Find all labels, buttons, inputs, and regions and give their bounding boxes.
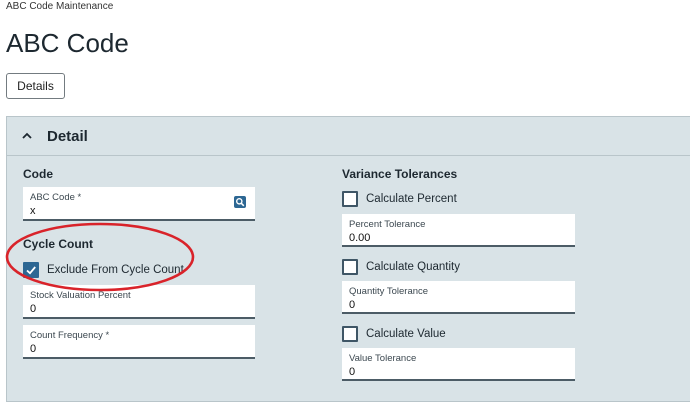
code-section-label: Code <box>23 167 53 181</box>
stock-valuation-field[interactable]: Stock Valuation Percent 0 <box>23 285 255 319</box>
value-tolerance-label: Value Tolerance <box>349 353 417 364</box>
calc-percent-label: Calculate Percent <box>366 193 457 205</box>
quantity-tolerance-value[interactable]: 0 <box>349 299 355 311</box>
percent-tolerance-field[interactable]: Percent Tolerance 0.00 <box>342 214 575 247</box>
chevron-up-icon[interactable] <box>21 130 33 142</box>
count-frequency-label: Count Frequency * <box>30 330 110 341</box>
value-tolerance-field[interactable]: Value Tolerance 0 <box>342 348 575 381</box>
detail-panel: Detail Code ABC Code * x Cycle Count Exc… <box>6 116 690 402</box>
calc-quantity-checkbox-row[interactable]: Calculate Quantity <box>342 259 460 275</box>
calc-value-checkbox-row[interactable]: Calculate Value <box>342 326 446 342</box>
calc-percent-checkbox[interactable] <box>342 191 358 207</box>
abc-code-label: ABC Code * <box>30 192 82 203</box>
variance-section-label: Variance Tolerances <box>342 167 458 181</box>
search-icon[interactable] <box>234 196 246 208</box>
exclude-cycle-count-label: Exclude From Cycle Count <box>47 264 184 276</box>
calc-value-label: Calculate Value <box>366 328 446 340</box>
value-tolerance-value[interactable]: 0 <box>349 366 355 378</box>
details-button[interactable]: Details <box>6 73 65 99</box>
exclude-cycle-count-checkbox-row[interactable]: Exclude From Cycle Count <box>23 262 184 278</box>
calc-value-checkbox[interactable] <box>342 326 358 342</box>
detail-panel-header[interactable]: Detail <box>7 117 690 156</box>
abc-code-field[interactable]: ABC Code * x <box>23 187 255 221</box>
stock-valuation-label: Stock Valuation Percent <box>30 290 131 301</box>
panel-title: Detail <box>47 128 88 145</box>
cycle-count-section-label: Cycle Count <box>23 237 94 251</box>
calc-quantity-label: Calculate Quantity <box>366 261 460 273</box>
page-title: ABC Code <box>6 28 129 58</box>
percent-tolerance-value[interactable]: 0.00 <box>349 232 370 244</box>
abc-code-value[interactable]: x <box>30 205 36 217</box>
quantity-tolerance-label: Quantity Tolerance <box>349 286 429 297</box>
exclude-cycle-count-checkbox[interactable] <box>23 262 39 278</box>
count-frequency-value[interactable]: 0 <box>30 343 36 355</box>
breadcrumb: ABC Code Maintenance <box>6 1 114 12</box>
calc-quantity-checkbox[interactable] <box>342 259 358 275</box>
quantity-tolerance-field[interactable]: Quantity Tolerance 0 <box>342 281 575 314</box>
calc-percent-checkbox-row[interactable]: Calculate Percent <box>342 191 457 207</box>
stock-valuation-value[interactable]: 0 <box>30 303 36 315</box>
count-frequency-field[interactable]: Count Frequency * 0 <box>23 325 255 359</box>
percent-tolerance-label: Percent Tolerance <box>349 219 426 230</box>
checkmark-icon <box>26 266 36 275</box>
